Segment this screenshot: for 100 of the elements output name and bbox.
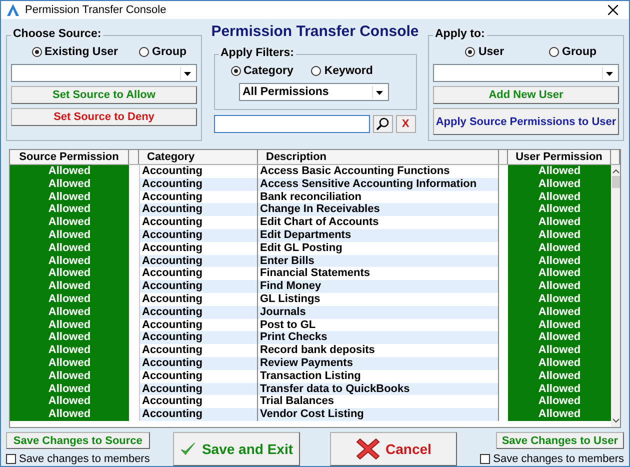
table-cell: Allowed [10,190,129,204]
table-cell: Change In Receivables [258,203,499,216]
dropdown[interactable]: All Permissions [238,83,388,101]
cross-icon [356,437,380,461]
table-cell: Allowed [10,318,129,332]
table-cell: Allowed [508,280,611,293]
table-cell: Allowed [10,395,129,408]
table-cell: Accounting [139,356,258,370]
save-changes-button[interactable]: Save Changes to Source [6,432,150,449]
action-button[interactable]: Set Source to Allow [11,86,197,104]
table-cell: Allowed [10,267,129,280]
table-cell: Find Money [258,280,499,293]
search-button[interactable] [372,115,392,133]
search-field[interactable] [214,115,370,133]
table-cell: Allowed [10,344,129,357]
table-cell: Accounting [139,203,258,216]
table-cell: Print Checks [258,331,499,344]
table-cell: Allowed [10,408,129,421]
app-logo-icon [7,4,19,16]
table-cell: Allowed [508,267,611,280]
table-cell: Allowed [10,382,129,396]
table-cell: Accounting [139,254,258,268]
column-header: Category [139,150,258,164]
window-title: Permission Transfer Console [25,4,168,16]
table-cell: Allowed [508,344,611,357]
action-button[interactable]: Add New User [433,86,619,104]
checkbox-option[interactable]: Save changes to members [6,453,150,465]
table-cell: Allowed [508,356,611,370]
table-cell: Allowed [508,216,611,229]
action-button[interactable]: Apply Source Permissions to User [433,108,619,135]
table-cell: Allowed [508,382,611,396]
table-cell: Accounting [139,382,258,396]
table-cell: Allowed [508,306,611,319]
dropdown[interactable] [11,64,197,82]
group-label: Choose Source: [11,28,104,40]
table-cell: Review Payments [258,356,499,370]
action-button[interactable]: Set Source to Deny [11,108,197,126]
table-cell: Accounting [139,280,258,293]
table-cell: Allowed [10,178,129,191]
clear-button[interactable]: X [396,115,416,133]
table-cell: Allowed [508,242,611,255]
table-cell: Access Sensitive Accounting Information [258,178,499,191]
dropdown-arrow-icon [602,66,616,80]
table-cell: Enter Bills [258,254,499,268]
group-label: Apply to: [433,28,487,40]
table-cell: Vendor Cost Listing [258,408,499,421]
table-cell: Allowed [508,318,611,332]
radio-option[interactable]: Keyword [311,65,373,77]
radio-option[interactable]: Group [549,46,596,58]
table-cell: Allowed [10,254,129,268]
table-cell: Transfer data to QuickBooks [258,382,499,396]
table-cell: Accounting [139,408,258,421]
table-cell: Allowed [508,254,611,268]
table-cell: Allowed [10,216,129,229]
close-icon [608,5,618,15]
table-cell: Allowed [508,408,611,421]
table-cell: Allowed [10,242,129,255]
table-cell: Allowed [508,292,611,306]
table-cell: Allowed [10,331,129,344]
table-cell: Allowed [10,292,129,306]
table-cell: Allowed [10,203,129,216]
table-cell: Journals [258,306,499,319]
table-cell: Allowed [508,178,611,191]
table-cell: Accounting [139,306,258,319]
table-cell: Allowed [508,165,611,178]
radio-option[interactable]: User [465,46,504,58]
scroll-thumb[interactable] [612,176,620,188]
table-cell: Allowed [508,370,611,383]
cancel-button[interactable]: Cancel [330,432,457,466]
table-cell: Accounting [139,178,258,191]
table-cell: Allowed [508,190,611,204]
scroll-up-icon [612,168,620,174]
dropdown-arrow-icon [180,66,194,80]
table-cell: Accounting [139,331,258,344]
table-cell: Allowed [10,228,129,242]
column-header: User Permission [508,150,611,164]
checkbox-option[interactable]: Save changes to members [480,453,624,465]
table-cell: Edit Departments [258,228,499,242]
dropdown[interactable] [433,64,619,82]
table-cell: Allowed [10,165,129,178]
dropdown-arrow-icon [372,86,386,98]
table-cell: Accounting [139,228,258,242]
heading: Permission Transfer Console [211,23,419,40]
save-and-exit-button[interactable]: Save and Exit [173,432,300,466]
search-icon [376,117,390,131]
save-changes-button[interactable]: Save Changes to User [496,432,624,449]
table-cell: Allowed [10,280,129,293]
table-cell: Allowed [508,203,611,216]
radio-option[interactable]: Group [139,46,186,58]
table-cell: Allowed [508,228,611,242]
radio-option[interactable]: Existing User [32,46,118,58]
table-cell: Allowed [508,331,611,344]
table-cell: Allowed [10,306,129,319]
scrollbar[interactable] [611,165,620,427]
column-header: Source Permission [10,150,129,164]
radio-option[interactable]: Category [230,65,294,77]
scroll-down-icon [612,418,620,424]
table-cell: Allowed [10,370,129,383]
column-header: Description [258,150,499,164]
table-cell: Allowed [508,395,611,408]
